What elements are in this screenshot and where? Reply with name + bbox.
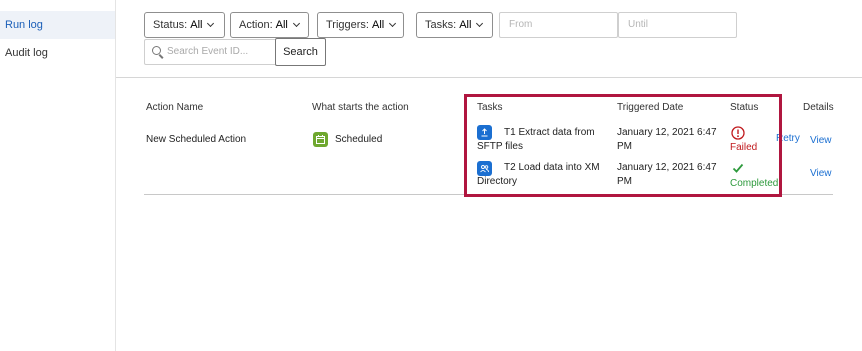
until-date-field[interactable]: Until xyxy=(618,12,737,38)
view-link[interactable]: View xyxy=(810,168,832,179)
tasks-filter-label: Tasks: xyxy=(425,19,457,31)
status-filter-dropdown[interactable]: Status: All xyxy=(144,12,225,38)
chevron-down-icon xyxy=(389,19,397,28)
status-filter-label: Status: xyxy=(153,19,188,31)
action-filter-dropdown[interactable]: Action: All xyxy=(230,12,309,38)
from-date-field[interactable]: From xyxy=(499,12,618,38)
search-icon xyxy=(152,46,161,55)
status-filter-value: All xyxy=(190,19,203,31)
sidebar-item-run-log[interactable]: Run log xyxy=(0,11,115,39)
search-button[interactable]: Search xyxy=(275,38,326,66)
column-header-details: Details xyxy=(803,102,834,113)
column-header-action-name: Action Name xyxy=(146,102,204,113)
view-link[interactable]: View xyxy=(810,135,832,146)
chevron-down-icon xyxy=(207,19,215,28)
filter-bar: Status: All Action: All Triggers: All Tasks… xyxy=(116,0,862,78)
sidebar-item-audit-log[interactable]: Audit log xyxy=(0,39,115,67)
chevron-down-icon xyxy=(476,19,484,28)
action-filter-label: Action: xyxy=(239,19,273,31)
search-placeholder: Search Event ID... xyxy=(167,46,249,57)
trigger-cell: Scheduled xyxy=(335,134,383,145)
tasks-filter-value: All xyxy=(459,19,472,31)
calendar-icon xyxy=(313,132,328,147)
search-input[interactable]: Search Event ID... xyxy=(144,39,277,65)
tasks-filter-dropdown[interactable]: Tasks: All xyxy=(416,12,493,38)
triggers-filter-dropdown[interactable]: Triggers: All xyxy=(317,12,404,38)
action-name-cell: New Scheduled Action xyxy=(146,134,247,145)
sidebar: Run log Audit log xyxy=(0,0,116,351)
chevron-down-icon xyxy=(292,19,300,28)
triggers-filter-value: All xyxy=(372,19,385,31)
triggers-filter-label: Triggers: xyxy=(326,19,369,31)
column-header-what-starts: What starts the action xyxy=(312,102,409,113)
action-filter-value: All xyxy=(275,19,288,31)
highlight-box xyxy=(464,94,782,197)
